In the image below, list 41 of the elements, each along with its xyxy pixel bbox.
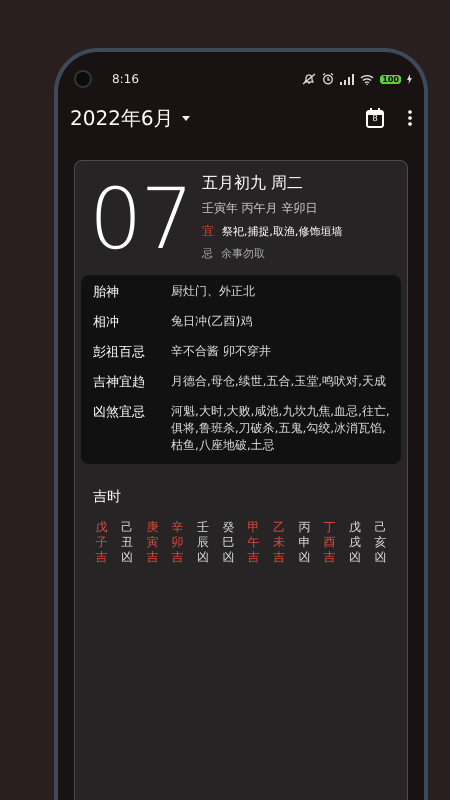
hour-column: 己 亥 凶 xyxy=(368,520,393,565)
detail-label: 凶煞宜忌 xyxy=(93,404,146,422)
hour-column: 乙 未 吉 xyxy=(266,520,292,565)
avoid-text: 余事勿取 xyxy=(220,246,265,261)
ganzhi-date: 壬寅年 丙午月 辛卯日 xyxy=(202,200,319,217)
caret-icon[interactable] xyxy=(182,116,190,120)
detail-label: 相冲 xyxy=(93,314,120,331)
hour-column: 己 丑 凶 xyxy=(114,520,140,565)
avoid-label: 忌 xyxy=(202,246,213,261)
hour-column: 辛 卯 吉 xyxy=(165,520,190,565)
day-number: 07 xyxy=(89,171,192,267)
detail-value: 辛不合酱 卯不穿井 xyxy=(171,343,272,360)
camera-hole xyxy=(74,70,92,88)
battery-level: 100 xyxy=(380,74,401,84)
hour-column: 癸 巳 凶 xyxy=(216,520,241,565)
hour-column: 戊 戌 凶 xyxy=(342,520,368,565)
hour-column: 甲 午 吉 xyxy=(241,520,266,565)
detail-label: 彭祖百忌 xyxy=(93,344,146,361)
status-time: 8:16 xyxy=(112,72,139,86)
hour-column: 壬 辰 凶 xyxy=(190,520,216,565)
detail-label: 吉神宜趋 xyxy=(93,374,146,391)
hour-column: 丁 酉 吉 xyxy=(317,520,342,565)
detail-value: 月德合,母仓,续世,五合,玉堂,鸣吠对,天成 xyxy=(171,373,387,390)
mute-icon xyxy=(302,73,316,85)
hour-column: 丙 申 凶 xyxy=(292,520,317,565)
lunar-date: 五月初九 周二 xyxy=(202,173,304,194)
detail-value: 兔日冲(乙酉)鸡 xyxy=(171,313,254,330)
alarm-icon xyxy=(322,73,334,85)
hours-title: 吉时 xyxy=(93,488,122,506)
hour-column: 戊 子 吉 xyxy=(89,520,114,565)
wifi-icon xyxy=(360,74,374,84)
detail-value: 河魁,大时,大败,咸池,九坎九焦,血忌,往亡,俱将,鲁班杀,刀破杀,五鬼,勾绞,冰消瓦馅,枯鱼,八座地破,土忌 xyxy=(171,403,391,454)
month-title[interactable]: 2022年6月 xyxy=(70,104,174,132)
suitable-text: 祭祀,捕捉,取渔,修饰垣墙 xyxy=(222,224,342,239)
detail-label: 胎神 xyxy=(93,284,120,301)
suitable-label: 宜 xyxy=(202,223,214,240)
charging-icon xyxy=(407,74,412,84)
signal-icon xyxy=(340,74,354,84)
more-icon[interactable] xyxy=(408,110,412,126)
hour-column: 庚 寅 吉 xyxy=(140,520,165,565)
detail-value: 厨灶门、外正北 xyxy=(171,283,256,300)
